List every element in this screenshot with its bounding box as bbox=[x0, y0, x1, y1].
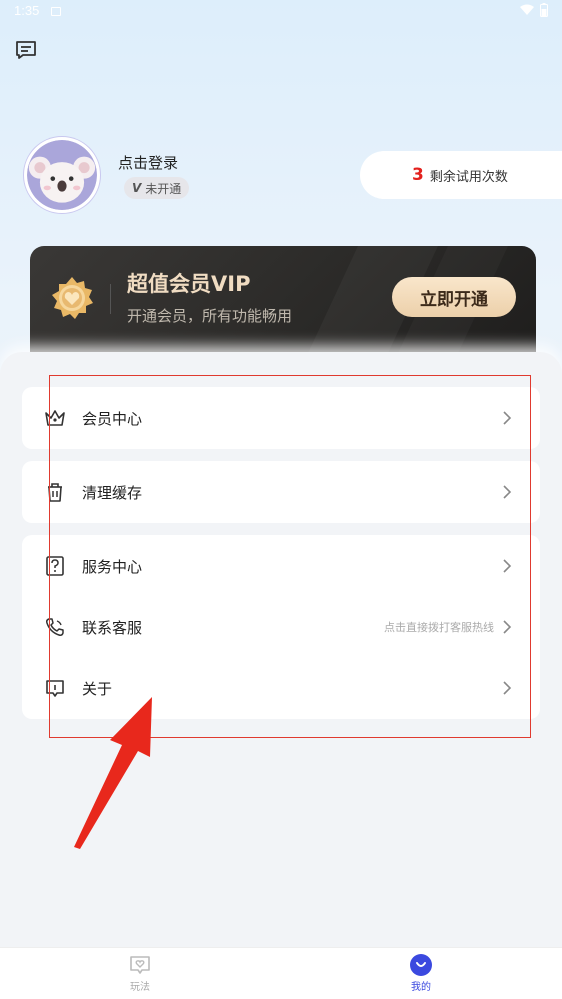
vip-badge-letter: V bbox=[132, 181, 142, 195]
vip-medal-icon bbox=[52, 277, 93, 319]
trial-count: 3 bbox=[412, 165, 424, 185]
menu-label-service-center: 服务中心 bbox=[82, 557, 143, 576]
vip-status-badge: V 未开通 bbox=[124, 177, 190, 199]
menu-item-member-center[interactable]: 会员中心 bbox=[22, 387, 540, 449]
help-icon bbox=[46, 556, 64, 576]
battery-icon bbox=[540, 3, 548, 17]
tab-mine[interactable]: 我的 bbox=[391, 954, 451, 993]
tab-mine-label: 我的 bbox=[411, 982, 431, 993]
wifi-icon bbox=[520, 4, 534, 15]
menu-item-about[interactable]: 关于 bbox=[22, 657, 540, 719]
chevron-right-icon bbox=[503, 681, 512, 695]
menu-item-service-center[interactable]: 服务中心 bbox=[22, 535, 540, 597]
menu-label-about: 关于 bbox=[82, 679, 113, 698]
menu-item-clear-cache[interactable]: 清理缓存 bbox=[22, 461, 540, 523]
login-link[interactable]: 点击登录 bbox=[118, 152, 178, 173]
phone-icon bbox=[46, 618, 64, 636]
crown-icon bbox=[45, 410, 65, 426]
trial-label: 剩余试用次数 bbox=[429, 169, 508, 185]
menu-label-contact-service: 联系客服 bbox=[82, 618, 143, 637]
tab-play-label: 玩法 bbox=[130, 982, 150, 993]
chevron-right-icon bbox=[503, 559, 512, 573]
menu-card-service: 服务中心 联系客服 点击直接拨打客服热线 关于 bbox=[22, 535, 540, 719]
vip-promo-card: 超值会员VIP 开通会员，所有功能畅用 立即开通 bbox=[30, 246, 536, 352]
activate-vip-button[interactable]: 立即开通 bbox=[392, 277, 516, 317]
vip-title: 超值会员VIP bbox=[127, 272, 251, 296]
chevron-right-icon bbox=[503, 620, 512, 634]
menu-card-member: 会员中心 bbox=[22, 387, 540, 449]
tab-play[interactable]: 玩法 bbox=[110, 954, 170, 993]
trash-icon bbox=[48, 483, 62, 502]
trial-count-card: 3 剩余试用次数 bbox=[360, 151, 562, 199]
vip-subtitle: 开通会员，所有功能畅用 bbox=[127, 307, 293, 325]
avatar[interactable] bbox=[24, 137, 100, 213]
menu-label-member-center: 会员中心 bbox=[82, 409, 143, 428]
vip-divider bbox=[110, 284, 111, 314]
smile-icon bbox=[410, 954, 432, 976]
menu-card-cache: 清理缓存 bbox=[22, 461, 540, 523]
chevron-right-icon bbox=[503, 485, 512, 499]
notification-icon bbox=[51, 7, 61, 16]
koala-avatar-icon bbox=[27, 140, 97, 210]
heart-chat-icon bbox=[130, 956, 150, 974]
chevron-right-icon bbox=[503, 411, 512, 425]
contact-hint: 点击直接拨打客服热线 bbox=[384, 621, 494, 634]
info-icon bbox=[46, 680, 64, 697]
vip-badge-text: 未开通 bbox=[145, 181, 182, 196]
menu-panel: 会员中心 清理缓存 服务中心 联系客服 点击直接拨打客服热线 关于 bbox=[0, 352, 562, 948]
status-time: 1:35 bbox=[14, 3, 40, 18]
status-bar: 1:35 bbox=[0, 0, 562, 24]
bottom-tab-bar: 玩法 我的 bbox=[0, 947, 562, 999]
status-icons bbox=[520, 3, 548, 17]
menu-label-clear-cache: 清理缓存 bbox=[82, 483, 143, 502]
message-icon[interactable] bbox=[14, 38, 38, 62]
menu-item-contact-service[interactable]: 联系客服 点击直接拨打客服热线 bbox=[22, 596, 540, 658]
